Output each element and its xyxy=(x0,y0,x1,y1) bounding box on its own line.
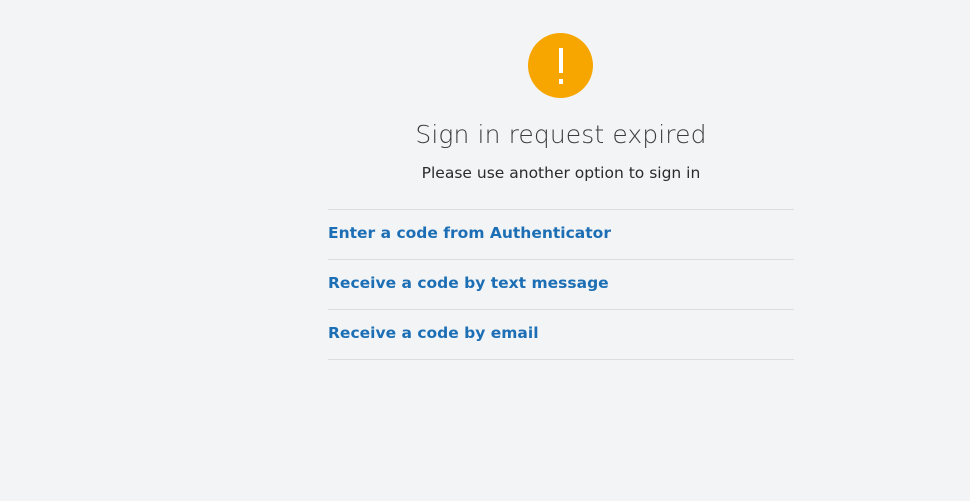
exclamation-mark-glyph xyxy=(558,47,563,84)
option-authenticator-code-link[interactable]: Enter a code from Authenticator xyxy=(328,210,794,260)
sign-in-expired-page: Sign in request expired Please use anoth… xyxy=(0,0,970,501)
option-email-code-link[interactable]: Receive a code by email xyxy=(328,310,794,360)
exclamation-warning-icon xyxy=(528,33,593,98)
page-subtitle: Please use another option to sign in xyxy=(421,164,701,182)
sign-in-options-list: Enter a code from Authenticator Receive … xyxy=(328,209,794,360)
page-title: Sign in request expired xyxy=(415,120,707,149)
option-text-message-code-link[interactable]: Receive a code by text message xyxy=(328,260,794,310)
